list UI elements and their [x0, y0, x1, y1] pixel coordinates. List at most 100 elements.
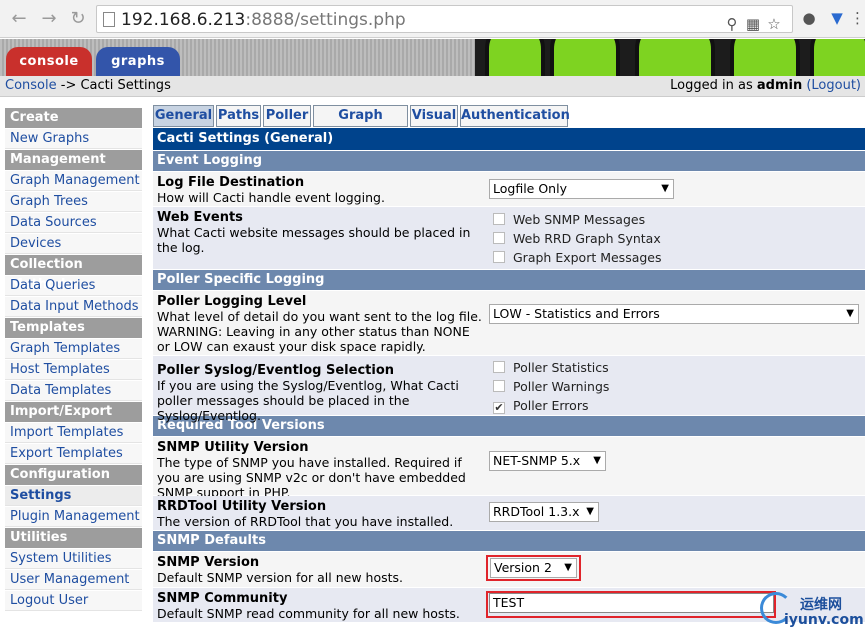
sidebar-heading-utilities: Utilities: [5, 528, 142, 548]
tab-visual[interactable]: Visual: [410, 105, 458, 127]
setting-poller-logging-level: Poller Logging Level What level of detai…: [153, 291, 865, 355]
translate-icon[interactable]: ▦: [745, 14, 761, 34]
sidebar-menu: Create New Graphs Management Graph Manag…: [5, 108, 142, 612]
tab-general[interactable]: General: [153, 105, 214, 127]
breadcrumb-separator: ->: [60, 78, 77, 93]
poller-statistics-checkbox[interactable]: Poller Statistics: [493, 360, 609, 375]
setting-poller-syslog: Poller Syslog/Eventlog Selection If you …: [153, 356, 865, 423]
sidebar-heading-collection-methods: Collection Methods: [5, 255, 142, 292]
log-file-select[interactable]: Logfile Only ▼: [489, 179, 674, 199]
breadcrumb: Console -> Cacti Settings Logged in as a…: [0, 76, 865, 97]
snmp-community-input[interactable]: TEST: [489, 593, 774, 613]
web-rrd-checkbox[interactable]: Web RRD Graph Syntax: [493, 231, 661, 246]
sidebar-item-data-input-methods[interactable]: Data Input Methods: [5, 297, 142, 317]
section-snmp-defaults: SNMP Defaults: [153, 531, 865, 551]
shield-icon[interactable]: ▼: [828, 8, 846, 28]
settings-panel: Cacti Settings (General) Event Logging L…: [153, 128, 865, 622]
setting-description: Default SNMP read community for all new …: [157, 606, 460, 621]
dropdown-arrow-icon: ▼: [661, 183, 669, 194]
url-host: 192.168.6.213: [121, 10, 246, 30]
back-icon[interactable]: ←: [8, 8, 30, 30]
rrdtool-select[interactable]: RRDTool 1.3.x ▼: [489, 502, 599, 522]
checkbox-label: Web SNMP Messages: [513, 212, 646, 227]
snmp-version-select[interactable]: Version 2 ▼: [490, 558, 577, 578]
sidebar-item-devices[interactable]: Devices: [5, 234, 142, 254]
sidebar-item-data-sources[interactable]: Data Sources: [5, 213, 142, 233]
star-icon[interactable]: ☆: [765, 14, 783, 34]
setting-rrdtool-version: RRDTool Utility Version The version of R…: [153, 496, 865, 530]
extension-icon[interactable]: ●: [800, 8, 818, 28]
sidebar-item-logout-user[interactable]: Logout User: [5, 591, 142, 611]
sidebar-item-host-templates[interactable]: Host Templates: [5, 360, 142, 380]
dropdown-arrow-icon: ▼: [846, 308, 854, 319]
browser-toolbar: ← → ↻ 192.168.6.213:8888/settings.php ⚲ …: [0, 0, 865, 38]
logged-in-text: Logged in as: [670, 78, 753, 93]
sidebar-item-user-management[interactable]: User Management: [5, 570, 142, 590]
watermark: 运维网 iyunv.com: [760, 588, 864, 634]
snmp-community-value: TEST: [493, 595, 525, 610]
sidebar-item-new-graphs[interactable]: New Graphs: [5, 129, 142, 149]
dropdown-arrow-icon: ▼: [593, 455, 601, 466]
setting-description: What Cacti website messages should be pl…: [157, 225, 471, 255]
tab-poller[interactable]: Poller: [263, 105, 311, 127]
poller-level-select[interactable]: LOW - Statistics and Errors ▼: [489, 304, 859, 324]
key-icon[interactable]: ⚲: [725, 14, 739, 34]
sidebar-heading-import-export: Import/Export: [5, 402, 142, 422]
poller-level-value: LOW - Statistics and Errors: [493, 306, 660, 321]
setting-snmp-version: SNMP Version Default SNMP version for al…: [153, 552, 865, 587]
sidebar-item-system-utilities[interactable]: System Utilities: [5, 549, 142, 569]
sidebar-item-data-templates[interactable]: Data Templates: [5, 381, 142, 401]
poller-warnings-checkbox[interactable]: Poller Warnings: [493, 379, 609, 394]
tab-authentication[interactable]: Authentication: [460, 105, 570, 127]
section-poller-logging: Poller Specific Logging: [153, 270, 865, 290]
sidebar-item-graph-trees[interactable]: Graph Trees: [5, 192, 142, 212]
watermark-line1: 运维网: [800, 597, 842, 613]
address-bar[interactable]: 192.168.6.213:8888/settings.php ⚲ ▦ ☆: [96, 5, 793, 33]
sidebar-item-import-templates[interactable]: Import Templates: [5, 423, 142, 443]
reload-icon[interactable]: ↻: [67, 8, 89, 30]
sidebar-item-plugin-management[interactable]: Plugin Management: [5, 507, 142, 527]
sidebar-item-graph-management[interactable]: Graph Management: [5, 171, 142, 191]
setting-description: Default SNMP version for all new hosts.: [157, 570, 404, 585]
checkbox-label: Graph Export Messages: [513, 250, 662, 265]
poller-errors-checkbox[interactable]: ✔ Poller Errors: [493, 398, 588, 414]
sidebar-heading-configuration: Configuration: [5, 465, 142, 485]
dropdown-arrow-icon: ▼: [586, 506, 594, 517]
checkbox-label: Poller Warnings: [513, 379, 610, 394]
setting-description: The version of RRDTool that you have ins…: [157, 514, 454, 529]
setting-description: What level of detail do you want sent to…: [157, 309, 482, 354]
setting-description: The type of SNMP you have installed. Req…: [157, 455, 466, 500]
tab-graph-export[interactable]: Graph Export: [313, 105, 408, 143]
breadcrumb-console-link[interactable]: Console: [5, 78, 57, 93]
snmp-utility-value: NET-SNMP 5.x: [493, 453, 581, 468]
menu-icon[interactable]: ⋮: [850, 8, 865, 28]
checkbox-label: Poller Errors: [513, 398, 589, 413]
logout-link[interactable]: (Logout): [806, 78, 861, 93]
page-icon: [103, 12, 115, 27]
setting-web-events: Web Events What Cacti website messages s…: [153, 207, 865, 269]
sidebar-item-export-templates[interactable]: Export Templates: [5, 444, 142, 464]
panel-title: Cacti Settings (General): [153, 128, 865, 150]
web-snmp-checkbox[interactable]: Web SNMP Messages: [493, 212, 645, 227]
forward-icon[interactable]: →: [38, 8, 60, 30]
sidebar-heading-create: Create: [5, 108, 142, 128]
graph-export-checkbox[interactable]: Graph Export Messages: [493, 250, 662, 265]
snmp-utility-select[interactable]: NET-SNMP 5.x ▼: [489, 451, 606, 471]
cacti-logo: [475, 39, 865, 76]
sidebar-item-graph-templates[interactable]: Graph Templates: [5, 339, 142, 359]
graphs-tab[interactable]: graphs: [96, 47, 180, 76]
breadcrumb-current: Cacti Settings: [80, 78, 171, 93]
rrdtool-value: RRDTool 1.3.x: [493, 504, 580, 519]
log-file-value: Logfile Only: [493, 181, 567, 196]
url-path: :8888/settings.php: [245, 10, 406, 30]
checkbox-label: Poller Statistics: [513, 360, 609, 375]
sidebar-item-data-queries[interactable]: Data Queries: [5, 276, 142, 296]
setting-log-file-destination: Log File Destination How will Cacti hand…: [153, 172, 865, 206]
tab-paths[interactable]: Paths: [216, 105, 261, 127]
sidebar-heading-templates: Templates: [5, 318, 142, 338]
snmp-version-value: Version 2: [494, 560, 552, 575]
console-tab[interactable]: console: [6, 47, 92, 76]
setting-description: How will Cacti handle event logging.: [157, 190, 385, 205]
checkmark-icon: ✔: [493, 401, 505, 414]
sidebar-item-settings[interactable]: Settings: [5, 486, 142, 506]
